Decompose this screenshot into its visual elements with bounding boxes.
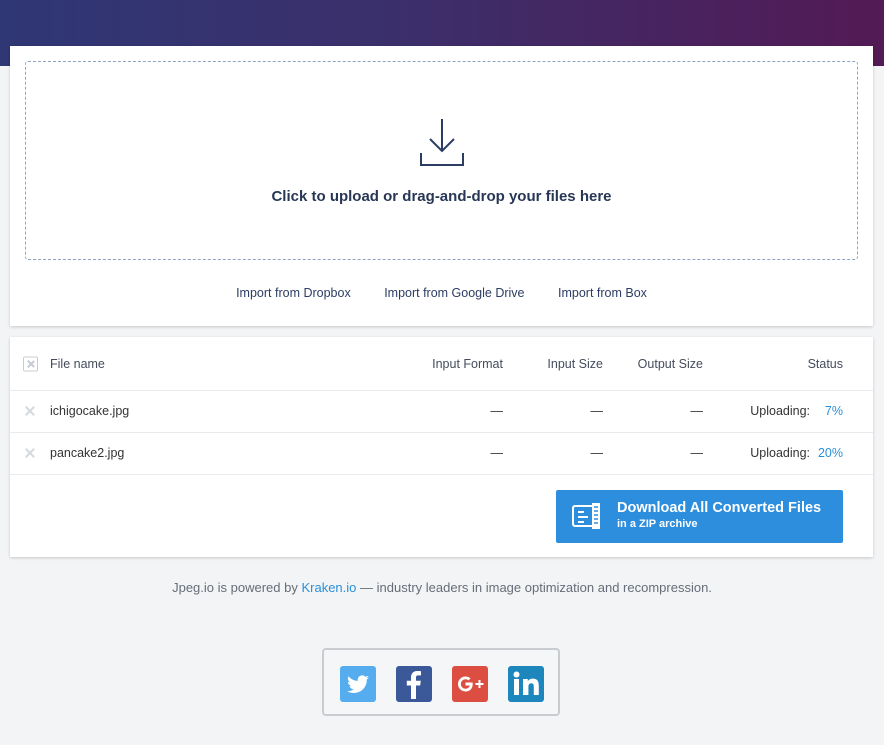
status-percent: 20% [817,446,843,460]
table-header-row: File name Input Format Input Size Output… [10,337,873,391]
remove-file-icon[interactable] [24,447,36,459]
file-name: pancake2.jpg [50,446,125,460]
input-format: — [490,404,504,418]
footer-prefix: Jpeg.io is powered by [172,580,298,595]
footer-suffix: — industry leaders in image optimization… [360,580,712,595]
import-links: Import from Dropbox Import from Google D… [10,286,873,300]
header-input-size: Input Size [547,356,603,371]
import-box-link[interactable]: Import from Box [558,286,647,300]
import-google-drive-link[interactable]: Import from Google Drive [384,286,524,300]
download-icon [420,119,464,166]
download-button-subtitle: in a ZIP archive [617,518,698,530]
output-size: — [690,446,704,460]
status-label: Uploading: [750,446,810,460]
facebook-icon[interactable] [396,666,432,702]
table-row: ichigocake.jpg — — — Uploading: 7% [10,390,873,433]
header-status: Status [807,356,843,371]
remove-file-icon[interactable] [24,405,36,417]
linkedin-icon[interactable] [508,666,544,702]
upload-panel: Click to upload or drag-and-drop your fi… [10,46,873,326]
status-percent: 7% [824,404,843,418]
status-label: Uploading: [750,404,810,418]
import-dropbox-link[interactable]: Import from Dropbox [236,286,351,300]
file-dropzone[interactable]: Click to upload or drag-and-drop your fi… [25,61,858,260]
download-all-button[interactable]: Download All Converted Files in a ZIP ar… [556,490,843,543]
input-size: — [590,446,604,460]
zip-archive-icon [572,503,600,529]
header-input-format: Input Format [432,356,503,371]
header-output-size: Output Size [637,356,703,371]
input-size: — [590,404,604,418]
header-file-name: File name [50,356,105,371]
download-button-title: Download All Converted Files [617,500,822,516]
social-share-box [322,648,560,716]
footer-text: Jpeg.io is powered by Kraken.io — indust… [0,580,884,595]
table-row: pancake2.jpg — — — Uploading: 20% [10,432,873,475]
google-plus-icon[interactable] [452,666,488,702]
output-size: — [690,404,704,418]
kraken-link[interactable]: Kraken.io [301,580,356,595]
input-format: — [490,446,504,460]
dropzone-label: Click to upload or drag-and-drop your fi… [271,188,612,205]
files-table: File name Input Format Input Size Output… [10,337,873,557]
file-name: ichigocake.jpg [50,404,130,418]
select-all-checkbox[interactable] [23,356,38,371]
twitter-icon[interactable] [340,666,376,702]
